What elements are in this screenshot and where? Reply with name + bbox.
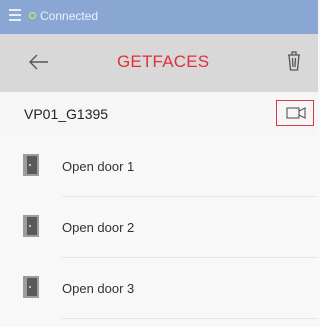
video-camera-icon [286,107,306,119]
app-header: GETFACES [0,34,318,92]
door-label: Open door 1 [62,159,135,174]
camera-button[interactable] [276,100,314,126]
status-bar: Connected [0,0,318,34]
connection-status-icon [29,12,36,19]
door-label: Open door 3 [62,281,135,296]
door-label: Open door 2 [62,220,135,235]
connection-status-text: Connected [40,9,99,23]
door-list: Open door 1 Open door 2 Open door 3 [0,136,318,319]
page-title: GETFACES [117,52,210,71]
back-arrow-icon[interactable] [29,54,49,70]
trash-icon[interactable] [286,50,302,72]
device-row: VP01_G1395 [0,92,318,137]
door-icon [23,215,39,237]
door-icon [23,154,39,176]
device-name: VP01_G1395 [24,106,109,122]
menu-icon[interactable] [9,9,21,21]
door-list-item-1[interactable]: Open door 1 [0,136,318,197]
door-list-item-3[interactable]: Open door 3 [0,258,318,319]
door-list-item-2[interactable]: Open door 2 [0,197,318,258]
door-icon [23,276,39,298]
